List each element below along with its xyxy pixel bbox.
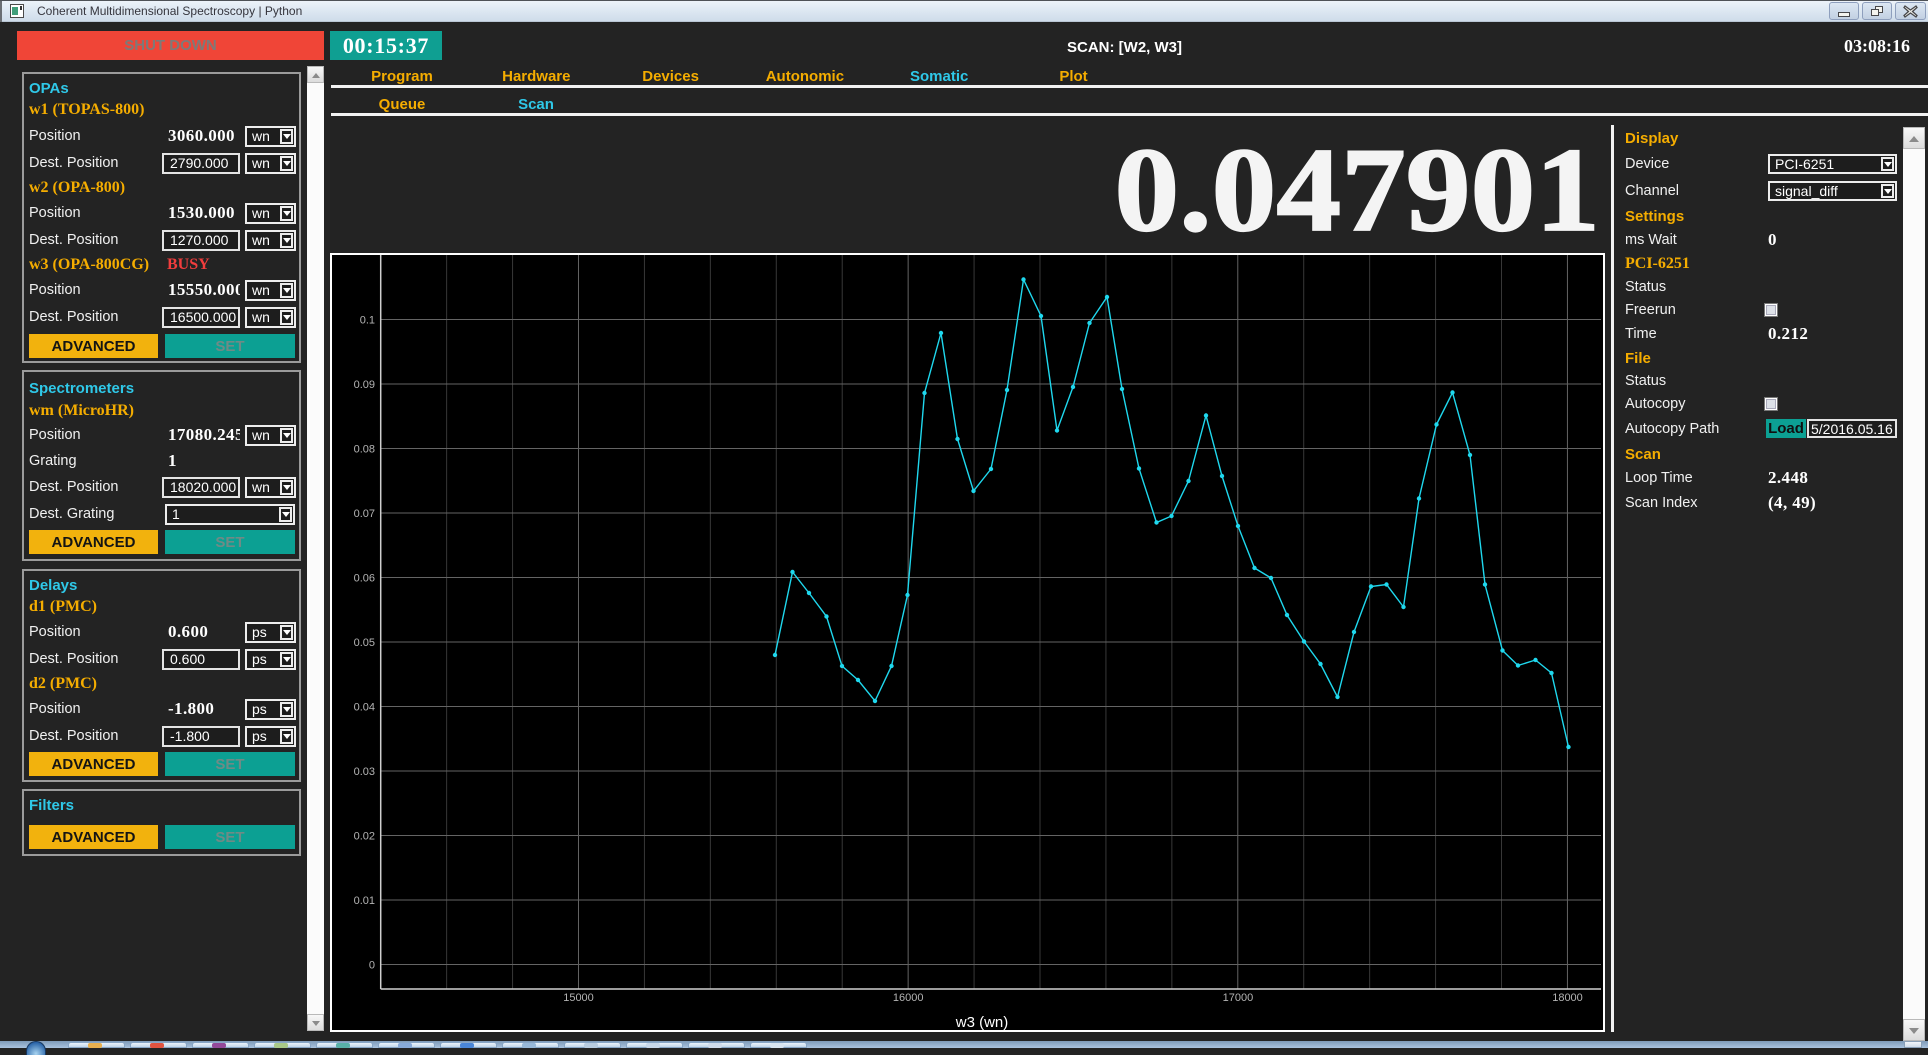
svg-text:w3 (wn): w3 (wn) (955, 1014, 1009, 1030)
svg-text:16000: 16000 (893, 992, 924, 1004)
svg-text:0.03: 0.03 (354, 766, 375, 778)
svg-text:0.02: 0.02 (354, 831, 375, 843)
svg-text:17000: 17000 (1223, 992, 1254, 1004)
svg-text:0.09: 0.09 (354, 379, 375, 391)
svg-text:0.06: 0.06 (354, 573, 375, 585)
svg-text:0.04: 0.04 (354, 702, 375, 714)
svg-text:0.05: 0.05 (354, 637, 375, 649)
svg-text:0.08: 0.08 (354, 444, 375, 456)
svg-text:0: 0 (369, 960, 375, 972)
svg-text:0.07: 0.07 (354, 508, 375, 520)
svg-text:0.01: 0.01 (354, 895, 375, 907)
svg-text:15000: 15000 (563, 992, 594, 1004)
svg-text:18000: 18000 (1552, 992, 1583, 1004)
svg-text:0.1: 0.1 (360, 315, 375, 327)
